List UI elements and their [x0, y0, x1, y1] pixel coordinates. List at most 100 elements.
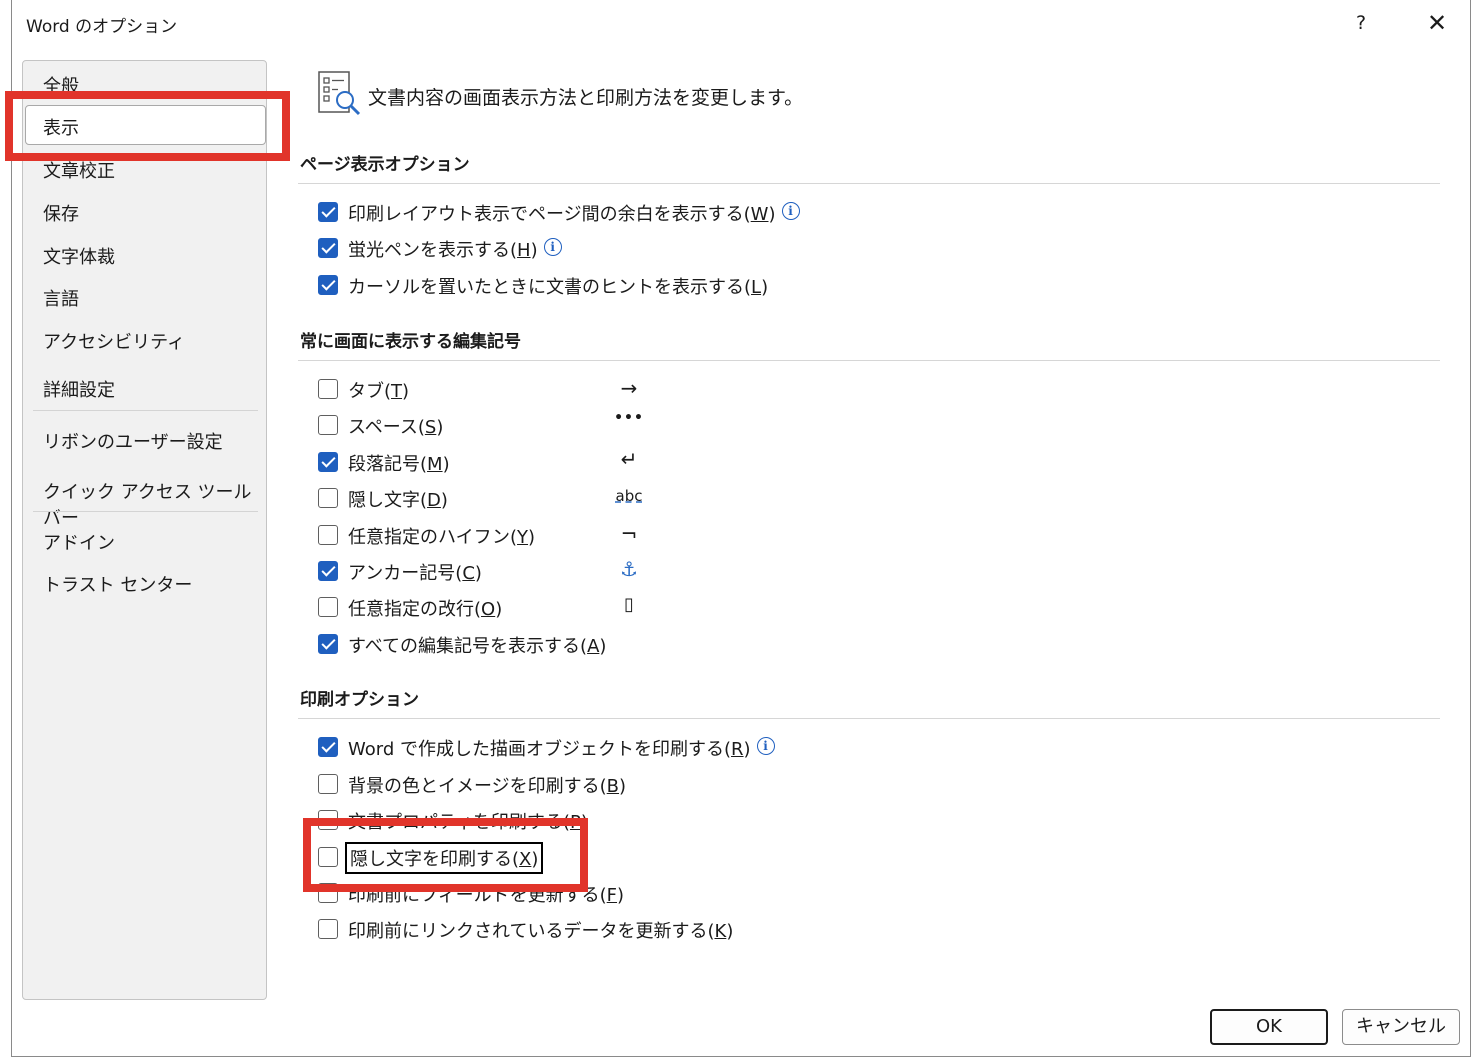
access-key: Y: [517, 527, 529, 548]
display-options-icon: [318, 71, 361, 116]
checkbox[interactable]: [318, 774, 338, 794]
optional-break-mark-icon: ▯: [624, 594, 634, 615]
checkbox[interactable]: [318, 597, 338, 617]
option-text: スペース: [348, 417, 418, 438]
option-text: 段落記号: [348, 454, 420, 475]
option-label: 印刷レイアウト表示でページ間の余白を表示する(W) i: [348, 200, 800, 226]
close-button[interactable]: ✕: [1420, 8, 1454, 38]
ok-button[interactable]: OK: [1210, 1009, 1328, 1045]
access-key: O: [481, 599, 496, 620]
paragraph-mark-icon: ↵: [620, 447, 638, 471]
checkbox[interactable]: [318, 202, 338, 222]
section-title-printing: 印刷オプション: [300, 690, 419, 710]
access-key: R: [731, 739, 744, 760]
cancel-button[interactable]: キャンセル: [1342, 1009, 1460, 1045]
header-description: 文書内容の画面表示方法と印刷方法を変更します。: [368, 87, 804, 109]
access-key: K: [714, 921, 727, 942]
access-key: F: [606, 885, 618, 906]
option-label: 背景の色とイメージを印刷する(B): [348, 776, 627, 797]
option-text: 印刷レイアウト表示でページ間の余白を表示する: [348, 204, 744, 225]
anchor-icon: ⚓: [620, 557, 638, 581]
sidebar-item-label: 言語: [43, 289, 79, 310]
sidebar-item-typography[interactable]: 文字体裁: [23, 234, 266, 274]
option-text: タブ: [348, 381, 384, 402]
checkbox[interactable]: [318, 525, 338, 545]
checkbox[interactable]: [318, 238, 338, 258]
sidebar-item-label: リボンのユーザー設定: [43, 432, 223, 453]
option-label: 印刷前にリンクされているデータを更新する(K): [348, 921, 734, 942]
checkbox[interactable]: [318, 379, 338, 399]
access-key: M: [427, 454, 443, 475]
option-text: カーソルを置いたときに文書のヒントを表示する: [348, 277, 744, 298]
checkbox[interactable]: [318, 452, 338, 472]
space-mark-icon: •••: [614, 410, 644, 426]
help-button[interactable]: ?: [1346, 8, 1376, 38]
info-icon[interactable]: i: [756, 737, 775, 755]
option-label: 任意指定の改行(O): [348, 599, 503, 620]
sidebar-item-label: トラスト センター: [43, 575, 193, 596]
option-text: Word で作成した描画オブジェクトを印刷する: [348, 739, 724, 760]
option-label: 蛍光ペンを表示する(H) i: [348, 236, 562, 262]
sidebar-item-save[interactable]: 保存: [23, 191, 266, 231]
option-label: 隠し文字(D): [348, 490, 448, 511]
checkbox[interactable]: [318, 415, 338, 435]
option-label: 任意指定のハイフン(Y): [348, 527, 536, 548]
checkbox[interactable]: [318, 275, 338, 295]
tab-mark-icon: →: [620, 376, 638, 400]
sidebar-item-addins[interactable]: アドイン: [23, 520, 266, 560]
sidebar-item-language[interactable]: 言語: [23, 276, 266, 316]
option-text: 背景の色とイメージを印刷する: [348, 776, 600, 797]
checkbox[interactable]: [318, 634, 338, 654]
access-key: C: [462, 563, 475, 584]
option-label: アンカー記号(C): [348, 563, 482, 584]
sidebar-divider: [33, 511, 258, 512]
option-label: タブ(T): [348, 381, 410, 402]
sidebar-item-customize-ribbon[interactable]: リボンのユーザー設定: [23, 419, 266, 459]
sidebar-item-label: 保存: [43, 204, 79, 225]
annotation-highlight-print-hidden-text: [303, 818, 588, 892]
checkbox[interactable]: [318, 737, 338, 757]
checkbox[interactable]: [318, 488, 338, 508]
sidebar-item-trust-center[interactable]: トラスト センター: [23, 562, 266, 602]
access-key: H: [517, 240, 531, 261]
sidebar-item-label: 詳細設定: [43, 380, 115, 401]
option-text: すべての編集記号を表示する: [348, 636, 581, 657]
option-label: スペース(S): [348, 417, 444, 438]
section-divider: [298, 718, 1440, 719]
hidden-text-mark-icon: abc: [615, 487, 643, 505]
section-divider: [298, 183, 1440, 184]
info-icon[interactable]: i: [543, 238, 562, 256]
option-text: アンカー記号: [348, 563, 456, 584]
sidebar-item-advanced[interactable]: 詳細設定: [23, 367, 266, 407]
checkbox[interactable]: [318, 561, 338, 581]
option-label: カーソルを置いたときに文書のヒントを表示する(L): [348, 277, 769, 298]
checkbox[interactable]: [318, 919, 338, 939]
optional-hyphen-mark-icon: ¬: [620, 522, 638, 546]
access-key: D: [427, 490, 441, 511]
section-divider: [298, 360, 1440, 361]
option-text: 任意指定のハイフン: [348, 527, 510, 548]
access-key: B: [606, 776, 620, 797]
option-text: 蛍光ペンを表示する: [348, 240, 510, 261]
access-key: T: [391, 381, 403, 402]
dialog-title: Word のオプション: [26, 17, 178, 37]
option-text: 印刷前にリンクされているデータを更新する: [348, 921, 708, 942]
access-key: L: [751, 277, 762, 298]
sidebar-item-label: アドイン: [43, 533, 115, 554]
access-key: A: [587, 636, 600, 657]
option-text: 任意指定の改行: [348, 599, 474, 620]
section-title-page-display: ページ表示オプション: [300, 155, 470, 175]
option-label: すべての編集記号を表示する(A): [348, 636, 607, 657]
options-sidebar: 全般 表示 文章校正 保存 文字体裁 言語 アクセシビリティ 詳細設定 リボンの…: [22, 60, 267, 1000]
sidebar-item-label: 文字体裁: [43, 247, 115, 268]
option-text: 隠し文字: [348, 490, 420, 511]
sidebar-divider: [33, 410, 258, 411]
info-icon[interactable]: i: [781, 202, 800, 220]
access-key: W: [750, 204, 769, 225]
option-label: 段落記号(M): [348, 454, 450, 475]
option-label: Word で作成した描画オブジェクトを印刷する(R) i: [348, 735, 775, 761]
section-title-formatting-marks: 常に画面に表示する編集記号: [300, 332, 521, 352]
title-bar: Word のオプション ? ✕: [12, 0, 1470, 46]
sidebar-item-accessibility[interactable]: アクセシビリティ: [23, 319, 266, 359]
sidebar-item-quick-access-toolbar[interactable]: クイック アクセス ツール バー: [23, 469, 266, 529]
